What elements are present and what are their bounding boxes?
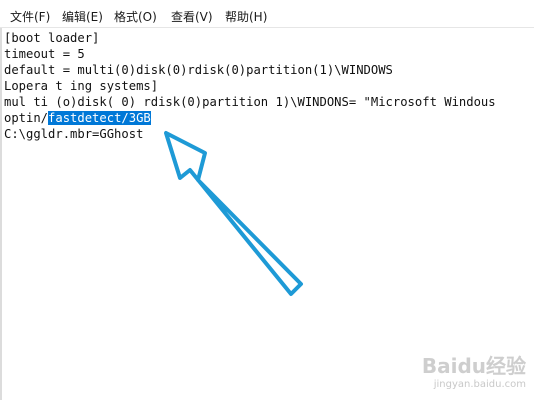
- watermark-url: jingyan.baidu.com: [433, 379, 526, 390]
- watermark-logo: Baidu经验: [421, 354, 526, 378]
- arrow-icon: [164, 131, 303, 296]
- watermark: Baidu经验 jingyan.baidu.com: [422, 350, 526, 390]
